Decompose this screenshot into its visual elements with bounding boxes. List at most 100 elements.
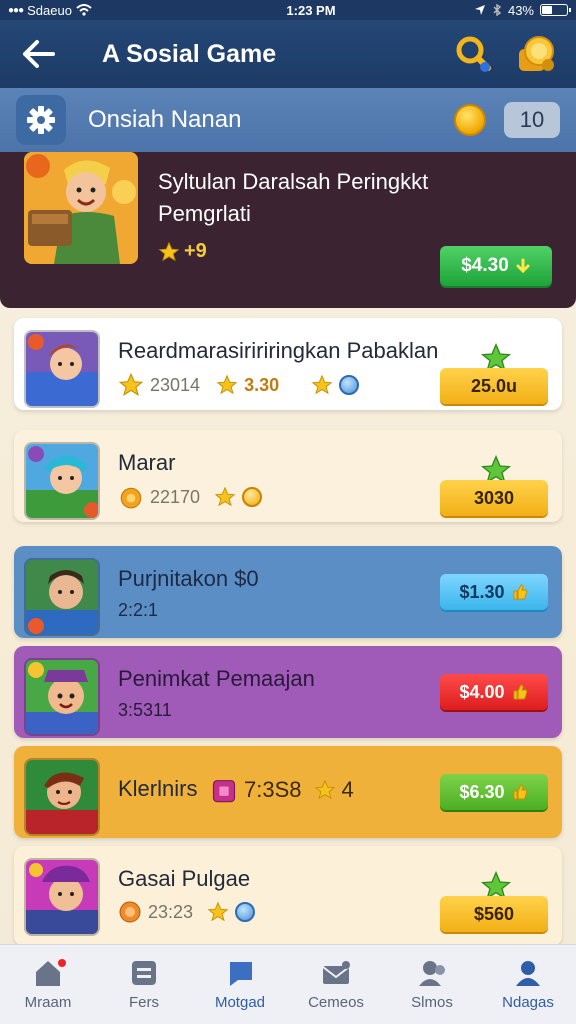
back-arrow-icon bbox=[23, 40, 55, 68]
gem-icon bbox=[339, 375, 360, 395]
game-thumbnail bbox=[24, 858, 100, 936]
list-item[interactable]: Reardmarasiririringkan Pabaklan 23014 3.… bbox=[14, 318, 562, 410]
nav-label: Fers bbox=[129, 994, 159, 1011]
notification-dot bbox=[56, 957, 68, 969]
game-price: $1.30 bbox=[459, 581, 505, 602]
coin-count-badge: 10 bbox=[504, 102, 560, 138]
download-arrow-icon bbox=[516, 258, 530, 274]
character-avatar-icon bbox=[24, 152, 138, 264]
gold-coin-icon bbox=[242, 487, 263, 507]
coin-stack-icon bbox=[519, 36, 554, 71]
featured-game-title: Syltulan Daralsah Peringkkt Pemgrlati bbox=[158, 169, 429, 226]
bluetooth-icon bbox=[493, 4, 502, 16]
nav-item-list[interactable]: Fers bbox=[96, 945, 192, 1024]
carrier-label: Sdaeuo bbox=[27, 2, 72, 18]
character-avatar-icon bbox=[26, 560, 98, 634]
featured-buy-button[interactable]: $4.30 bbox=[440, 246, 552, 286]
game-rating-value: 3.30 bbox=[244, 374, 280, 395]
game-price: $6.30 bbox=[459, 781, 505, 802]
wifi-icon bbox=[76, 4, 92, 16]
star-icon bbox=[314, 779, 335, 800]
nav-item-mail[interactable]: Cemeos bbox=[288, 945, 384, 1024]
bottom-nav: Mraam Fers Motgad Cemeos Slmos Ndagas bbox=[0, 944, 576, 1024]
game-price: 25.0u bbox=[470, 375, 518, 396]
app-header: A Sosial Game bbox=[0, 20, 576, 88]
coin-icon bbox=[119, 901, 141, 923]
game-thumbnail bbox=[24, 330, 100, 408]
price-button[interactable]: $560 bbox=[440, 896, 548, 932]
coin-icon bbox=[454, 104, 486, 136]
game-name: Gasai Pulgae bbox=[118, 866, 251, 891]
gear-icon bbox=[27, 106, 55, 134]
star-icon bbox=[207, 901, 229, 922]
game-thumbnail bbox=[24, 442, 100, 520]
coin-bag-icon bbox=[120, 487, 142, 509]
list-item[interactable]: Marar 22170 3030 bbox=[14, 430, 562, 522]
thumbs-up-icon bbox=[513, 684, 527, 700]
featured-game-thumbnail bbox=[24, 152, 138, 264]
thumbs-up-icon bbox=[513, 584, 527, 600]
battery-fill bbox=[542, 6, 553, 14]
battery-percent: 43% bbox=[507, 2, 534, 18]
search-button[interactable] bbox=[452, 32, 496, 76]
price-button[interactable]: $6.30 bbox=[440, 774, 548, 810]
list-item[interactable]: Gasai Pulgae 23:23 $560 bbox=[14, 846, 562, 946]
game-thumbnail bbox=[24, 558, 100, 636]
featured-price: $4.30 bbox=[461, 255, 509, 276]
list-icon bbox=[132, 961, 156, 985]
page-title: A Sosial Game bbox=[102, 39, 277, 68]
game-stat-count: 7:3S8 bbox=[244, 777, 302, 802]
people-icon bbox=[419, 961, 445, 986]
status-time: 1:23 PM bbox=[286, 2, 336, 18]
star-icon bbox=[216, 374, 238, 395]
list-item[interactable]: Klerlnirs 7:3S8 4 $6.30 bbox=[14, 746, 562, 838]
featured-game-card[interactable]: Syltulan Daralsah Peringkkt Pemgrlati +9… bbox=[0, 152, 576, 308]
nav-item-people[interactable]: Slmos bbox=[384, 945, 480, 1024]
nav-item-profile[interactable]: Ndagas bbox=[480, 945, 576, 1024]
featured-rating: +9 bbox=[158, 240, 207, 263]
list-item[interactable]: Penimkat Pemaajan 3:5311 $4.00 bbox=[14, 646, 562, 738]
character-avatar-icon bbox=[26, 332, 98, 406]
star-icon bbox=[311, 374, 333, 395]
nav-item-chat[interactable]: Motgad bbox=[192, 945, 288, 1024]
back-button[interactable] bbox=[18, 34, 58, 74]
price-button[interactable]: 25.0u bbox=[440, 368, 548, 404]
game-stats: 23:23 bbox=[118, 900, 256, 924]
game-thumbnail bbox=[24, 658, 100, 736]
game-name: Penimkat Pemaajan bbox=[118, 666, 315, 691]
chat-icon bbox=[230, 962, 252, 986]
thumbs-up-icon bbox=[513, 784, 527, 800]
category-bar: Onsiah Nanan 10 bbox=[0, 88, 576, 152]
category-label: Onsiah Nanan bbox=[88, 106, 242, 133]
featured-rating-value: +9 bbox=[184, 240, 207, 262]
game-name: Reardmarasiririringkan Pabaklan bbox=[118, 338, 439, 363]
profile-icon bbox=[516, 961, 540, 986]
list-item[interactable]: Purjnitakon $0 2:2:1 $1.30 bbox=[14, 546, 562, 638]
game-stats: 23014 3.30 bbox=[118, 372, 360, 398]
signal-dots-icon: ●●● bbox=[8, 4, 24, 16]
character-avatar-icon bbox=[26, 660, 98, 734]
game-stats: 22170 bbox=[118, 484, 263, 510]
nav-item-home[interactable]: Mraam bbox=[0, 945, 96, 1024]
star-icon bbox=[158, 241, 180, 261]
price-button[interactable]: $1.30 bbox=[440, 574, 548, 610]
settings-button[interactable] bbox=[16, 95, 66, 145]
nav-label: Motgad bbox=[214, 994, 266, 1011]
game-stats: 7:3S8 4 bbox=[210, 776, 354, 804]
game-stats: 2:2:1 bbox=[118, 600, 158, 621]
game-stat-count: 2:2:1 bbox=[118, 600, 159, 620]
rewards-button[interactable] bbox=[514, 32, 558, 76]
battery-icon bbox=[540, 4, 571, 16]
mail-icon bbox=[322, 961, 350, 984]
price-button[interactable]: $4.00 bbox=[440, 674, 548, 710]
nav-label: Cemeos bbox=[308, 994, 364, 1011]
gem-icon bbox=[235, 902, 256, 922]
game-name: Marar bbox=[118, 450, 176, 475]
character-avatar-icon bbox=[26, 444, 98, 518]
game-stat-count: 23014 bbox=[150, 374, 201, 395]
character-avatar-icon bbox=[26, 760, 98, 834]
location-arrow-icon bbox=[474, 5, 485, 15]
game-rating-value: 4 bbox=[341, 777, 354, 802]
nav-label: Slmos bbox=[411, 994, 453, 1011]
price-button[interactable]: 3030 bbox=[440, 480, 548, 516]
